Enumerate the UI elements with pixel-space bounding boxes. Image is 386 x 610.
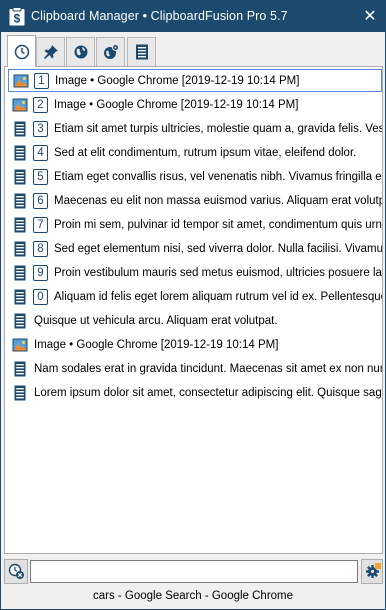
list-item[interactable]: Quisque ut vehicula arcu. Aliquam erat v…	[8, 309, 382, 332]
list-item[interactable]: 8 Sed eget elementum nisi, sed viverra do…	[8, 237, 382, 260]
list-item[interactable]: 7 Proin mi sem, pulvinar id tempor sit am…	[8, 213, 382, 236]
list-item[interactable]: 1 Image • Google Chrome [2019-12-19 10:14…	[8, 69, 382, 92]
item-text: Etiam sit amet turpis ultricies, molesti…	[54, 122, 382, 135]
bottom-toolbar	[3, 559, 383, 585]
item-text: Image • Google Chrome [2019-12-19 10:14 …	[34, 338, 279, 351]
item-text: Nam sodales erat in gravida tincidunt. M…	[34, 362, 382, 375]
text-item-icon	[12, 169, 28, 185]
list-item[interactable]: 3 Etiam sit amet turpis ultricies, molest…	[8, 117, 382, 140]
item-text: Sed at elit condimentum, rutrum ipsum vi…	[54, 146, 357, 159]
item-hotkey-number: 4	[33, 144, 48, 161]
item-text: Maecenas eu elit non massa euismod variu…	[54, 194, 382, 207]
text-item-icon	[12, 217, 28, 233]
list-item[interactable]: 6 Maecenas eu elit non massa euismod vari…	[8, 189, 382, 212]
list-item[interactable]: Lorem ipsum dolor sit amet, consectetur …	[8, 381, 382, 404]
web-macros-tab[interactable]	[96, 37, 125, 66]
item-text: Quisque ut vehicula arcu. Aliquam erat v…	[34, 314, 278, 327]
title-bar[interactable]: $ Clipboard Manager • ClipboardFusion Pr…	[1, 1, 385, 32]
text-item-icon	[12, 385, 28, 401]
item-text: Lorem ipsum dolor sit amet, consectetur …	[34, 386, 382, 399]
text-tab[interactable]	[127, 37, 156, 66]
list-item[interactable]: Image • Google Chrome [2019-12-19 10:14 …	[8, 333, 382, 356]
image-item-icon	[12, 337, 28, 353]
window-title: Clipboard Manager • ClipboardFusion Pro …	[31, 9, 288, 23]
pinned-tab[interactable]	[36, 37, 65, 66]
tab-strip	[3, 35, 383, 67]
item-hotkey-number: 0	[33, 288, 48, 305]
text-item-icon	[12, 121, 28, 137]
list-item[interactable]: Nam sodales erat in gravida tincidunt. M…	[8, 357, 382, 380]
text-item-icon	[12, 241, 28, 257]
clear-history-button[interactable]	[4, 559, 28, 584]
item-hotkey-number: 9	[33, 264, 48, 281]
status-bar: cars - Google Search - Google Chrome	[92, 590, 294, 602]
list-item[interactable]: 5 Etiam eget convallis risus, vel venenat…	[8, 165, 382, 188]
text-item-icon	[12, 265, 28, 281]
text-item-icon	[12, 313, 28, 329]
list-item[interactable]: 9 Proin vestibulum mauris sed metus euism…	[8, 261, 382, 284]
item-hotkey-number: 8	[33, 240, 48, 257]
text-item-icon	[12, 145, 28, 161]
history-tab[interactable]	[7, 35, 36, 67]
item-text: Image • Google Chrome [2019-12-19 10:14 …	[55, 74, 300, 87]
list-item[interactable]: 0 Aliquam id felis eget lorem aliquam rut…	[8, 285, 382, 308]
svg-text:$: $	[14, 12, 21, 26]
text-item-icon	[12, 193, 28, 209]
globe-gear-icon	[103, 44, 119, 59]
item-text: Proin vestibulum mauris sed metus euismo…	[54, 266, 382, 279]
item-text: Sed eget elementum nisi, sed viverra dol…	[54, 242, 382, 255]
pin-icon	[43, 45, 58, 59]
globe-icon	[74, 45, 87, 59]
item-hotkey-number: 2	[33, 96, 48, 113]
item-text: Etiam eget convallis risus, vel venenati…	[54, 170, 382, 183]
web-tab[interactable]	[66, 37, 95, 66]
image-item-icon	[12, 97, 28, 113]
clock-icon	[14, 44, 29, 59]
close-button[interactable]: ✕	[355, 1, 385, 32]
clear-icon	[8, 563, 24, 579]
document-icon	[135, 44, 148, 60]
item-text: Image • Google Chrome [2019-12-19 10:14 …	[54, 98, 299, 111]
image-item-icon	[13, 73, 29, 89]
item-hotkey-number: 6	[33, 192, 48, 209]
item-text: Proin mi sem, pulvinar id tempor sit ame…	[54, 218, 382, 231]
item-hotkey-number: 3	[33, 120, 48, 137]
item-hotkey-number: 1	[34, 72, 49, 89]
gear-icon	[365, 563, 381, 578]
list-item[interactable]: 4 Sed at elit condimentum, rutrum ipsum v…	[8, 141, 382, 164]
item-hotkey-number: 5	[33, 168, 48, 185]
clipboardfusion-logo-icon: $	[9, 7, 25, 26]
item-hotkey-number: 7	[33, 216, 48, 233]
search-input[interactable]	[30, 560, 358, 583]
text-item-icon	[12, 361, 28, 377]
clipboard-manager-window: $ Clipboard Manager • ClipboardFusion Pr…	[0, 0, 386, 610]
clipboard-history-list[interactable]: 1 Image • Google Chrome [2019-12-19 10:14…	[4, 66, 383, 554]
text-item-icon	[12, 289, 28, 305]
settings-button[interactable]	[361, 559, 383, 584]
item-text: Aliquam id felis eget lorem aliquam rutr…	[54, 290, 382, 303]
list-item[interactable]: 2 Image • Google Chrome [2019-12-19 10:14…	[8, 93, 382, 116]
